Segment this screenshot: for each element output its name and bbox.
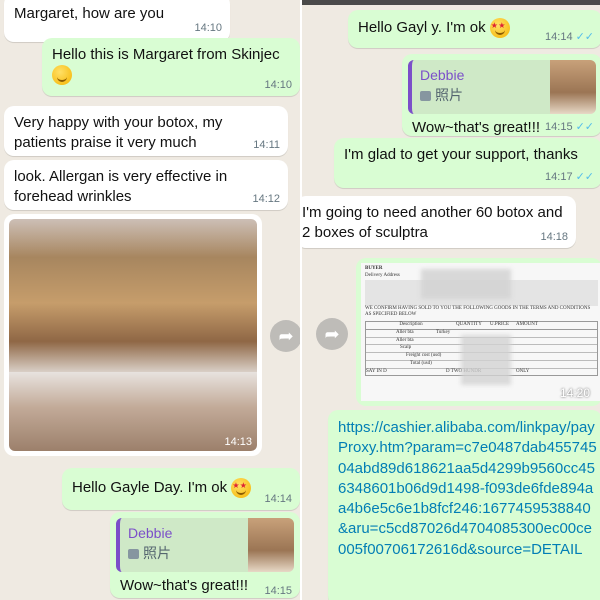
message-bubble[interactable]: Margaret, how are you 14:10	[4, 0, 230, 42]
photo-icon	[128, 549, 139, 560]
message-bubble[interactable]: Debbie 照片 Wow~that's great!!! 14:15 ✓✓	[402, 54, 600, 136]
message-text: Hello Gayl y. I'm ok	[358, 19, 486, 36]
message-text: Margaret, how are you	[14, 5, 165, 22]
read-ticks-icon: ✓✓	[575, 30, 594, 43]
message-text: Hello this is Margaret from Skinjec	[52, 46, 280, 63]
doc-line: WE CONFIRM HAVING SOLD TO YOU THE FOLLOW…	[365, 305, 591, 311]
message-time: 14:14 ✓✓	[545, 30, 594, 43]
message-time: 14:15	[264, 584, 292, 597]
star-struck-emoji-icon	[489, 18, 510, 39]
forward-icon: ➦	[278, 326, 294, 346]
read-ticks-icon: ✓✓	[575, 120, 594, 133]
message-text: Very happy with your botox, my patients …	[14, 114, 223, 151]
message-bubble[interactable]: Hello Gayl y. I'm ok 14:14✓✓	[348, 10, 600, 48]
doc-header: Description	[399, 322, 423, 327]
right-chat-pane: Hello Gayl y. I'm ok 14:14✓✓ Debbie 照片 W…	[300, 0, 600, 600]
doc-header: AMOUNT	[516, 322, 538, 327]
message-text: I'm going to need another 60 botox and 2…	[302, 204, 563, 241]
read-ticks-icon: ✓✓	[575, 170, 594, 183]
reply-thumbnail	[248, 518, 294, 572]
message-text: Wow~that's great!!!	[120, 577, 249, 594]
message-time: 14:12	[252, 192, 280, 205]
forward-icon: ➦	[324, 324, 340, 344]
message-bubble[interactable]: I'm going to need another 60 botox and 2…	[302, 196, 576, 248]
message-bubble[interactable]: look. Allergan is very effective in fore…	[4, 160, 288, 210]
message-time: 14:11	[253, 138, 280, 151]
forehead-photo-bottom	[9, 372, 257, 451]
message-bubble[interactable]: Hello Gayle Day. I'm ok 14:14	[62, 468, 300, 510]
message-time: 14:15 ✓✓	[545, 120, 594, 133]
smile-emoji-icon	[52, 64, 72, 85]
doc-cell: Scalp	[400, 345, 412, 351]
doc-header: U.PRICE	[490, 322, 510, 327]
message-bubble[interactable]: https://cashier.alibaba.com/linkpay/payP…	[328, 410, 600, 600]
image-message[interactable]: BUYER Delivery Address WE CONFIRM HAVING…	[356, 258, 600, 406]
doc-line: AS SPECIFIED BELOW	[365, 312, 417, 318]
top-bar	[302, 0, 600, 5]
quoted-reply[interactable]: Debbie 照片	[408, 60, 596, 114]
message-bubble[interactable]: Debbie 照片 Wow~that's great!!! 14:15	[110, 512, 300, 598]
image-message[interactable]: 14:13	[4, 214, 262, 456]
invoice-document: BUYER Delivery Address WE CONFIRM HAVING…	[361, 263, 600, 401]
message-time: 14:18	[540, 230, 568, 243]
message-bubble[interactable]: Hello this is Margaret from Skinjec 14:1…	[42, 38, 300, 96]
doc-cell: Aller bta	[396, 337, 414, 343]
photo-icon	[420, 91, 431, 102]
reply-type: 照片	[435, 87, 463, 104]
message-text: look. Allergan is very effective in fore…	[14, 168, 228, 205]
message-text: Wow~that's great!!!	[412, 119, 541, 136]
message-bubble[interactable]: Very happy with your botox, my patients …	[4, 106, 288, 156]
message-time: 14:17 ✓✓	[545, 170, 594, 183]
doc-cell: ONLY	[516, 368, 530, 374]
doc-cell: Aller bta	[396, 329, 414, 335]
doc-cell: SAY IN D	[366, 368, 387, 374]
message-time: 14:10	[264, 78, 292, 91]
reply-type: 照片	[143, 545, 171, 562]
message-text: Hello Gayle Day. I'm ok	[72, 479, 228, 496]
forward-button[interactable]: ➦	[316, 318, 348, 350]
message-time: 14:14	[264, 492, 292, 505]
reply-thumbnail	[550, 60, 596, 114]
message-time: 14:10	[194, 22, 222, 35]
message-time: 14:20	[559, 386, 590, 400]
blurred-region	[421, 269, 511, 299]
left-chat-pane: Margaret, how are you 14:10 Hello this i…	[0, 0, 300, 600]
doc-header: QUANTITY	[456, 322, 482, 327]
star-struck-emoji-icon	[231, 478, 252, 499]
forehead-photo-top	[9, 219, 257, 372]
forward-button[interactable]: ➦	[270, 320, 300, 352]
message-time: 14:13	[224, 436, 252, 448]
quoted-reply[interactable]: Debbie 照片	[116, 518, 294, 572]
blurred-region	[461, 335, 511, 385]
message-bubble[interactable]: I'm glad to get your support, thanks 14:…	[334, 138, 600, 188]
payment-link[interactable]: https://cashier.alibaba.com/linkpay/payP…	[338, 418, 598, 594]
message-text: I'm glad to get your support, thanks	[344, 146, 578, 163]
